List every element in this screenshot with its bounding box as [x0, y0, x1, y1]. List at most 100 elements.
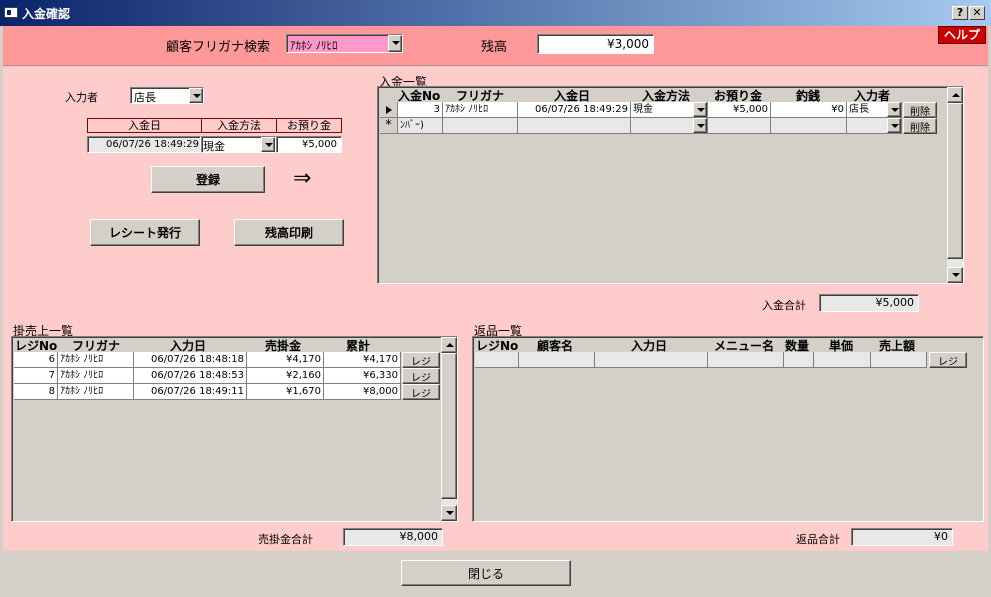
balance-value: ¥3,000 — [537, 34, 654, 54]
returns-cell-no[interactable] — [475, 352, 519, 368]
payments-total-label: 入金合計 — [762, 299, 806, 312]
credit-cell-no[interactable]: 8 — [14, 384, 58, 400]
entry-method-value: 現金 — [203, 140, 225, 153]
balance-print-button[interactable]: 残高印刷 — [234, 219, 344, 246]
row-selector[interactable] — [380, 102, 398, 118]
furigana-search-combo[interactable]: ｱｶﾎｼ ﾉﾘﾋﾛ — [286, 34, 403, 53]
entry-method-combo[interactable]: 現金 — [201, 136, 276, 153]
payments-new-cell-operator[interactable] — [847, 118, 902, 134]
payments-scrollbar[interactable] — [947, 87, 963, 283]
returns-register-button[interactable]: レジ — [929, 352, 967, 368]
balance-label: 残高 — [481, 40, 508, 55]
credit-cell-date[interactable]: 06/07/26 18:48:53 — [134, 368, 247, 384]
returns-cell-date[interactable] — [595, 352, 708, 368]
credit-cell-kana[interactable]: ｱｶﾎｼ ﾉﾘﾋﾛ — [58, 384, 134, 400]
delete-button[interactable]: 削除 — [903, 102, 937, 118]
returns-grid: レジNo 顧客名 入力日 メニュー名 数量 単価 売上額 レジ — [472, 336, 984, 522]
operator-combo[interactable]: 店長 — [130, 87, 204, 104]
chevron-down-icon[interactable] — [887, 102, 901, 117]
payments-cell-operator[interactable]: 店長 — [847, 102, 902, 118]
scroll-up-icon[interactable] — [441, 337, 457, 353]
register-button[interactable]: 登録 — [151, 166, 265, 193]
entry-date-field[interactable]: 06/07/26 18:49:29 — [87, 136, 201, 153]
close-button[interactable]: 閉じる — [401, 560, 571, 586]
payments-cell-date[interactable]: 06/07/26 18:49:29 — [518, 102, 631, 118]
chevron-down-icon[interactable] — [693, 102, 707, 117]
title-bar: 入金確認 ? ✕ — [0, 0, 991, 26]
header-bar: 顧客フリガナ検索 ｱｶﾎｼ ﾉﾘﾋﾛ 残高 ¥3,000 ヘルプ — [3, 26, 988, 66]
credit-cell-amount[interactable]: ¥2,160 — [247, 368, 324, 384]
credit-cell-no[interactable]: 7 — [14, 368, 58, 384]
credit-cell-date[interactable]: 06/07/26 18:48:18 — [134, 352, 247, 368]
credit-total-value: ¥8,000 — [343, 528, 443, 546]
current-row-icon — [386, 106, 392, 114]
scroll-up-icon[interactable] — [947, 87, 963, 103]
returns-new-row[interactable] — [475, 352, 927, 368]
chevron-down-icon[interactable] — [388, 35, 402, 52]
credit-sales-row[interactable]: 7 ｱｶﾎｼ ﾉﾘﾋﾛ 06/07/26 18:48:53 ¥2,160 ¥6,330 — [14, 368, 401, 384]
credit-sales-row[interactable]: 6 ｱｶﾎｼ ﾉﾘﾋﾛ 06/07/26 18:48:18 ¥4,170 ¥4,170 — [14, 352, 401, 368]
credit-register-button[interactable]: レジ — [402, 352, 440, 368]
new-row-asterisk-icon: * — [380, 118, 398, 134]
credit-sales-grid: レジNo フリガナ 入力日 売掛金 累計 6 ｱｶﾎｼ ﾉﾘﾋﾛ 06/07/26 … — [11, 336, 458, 522]
credit-scrollbar[interactable] — [441, 337, 457, 521]
returns-cell-qty[interactable] — [784, 352, 814, 368]
chevron-down-icon[interactable] — [887, 118, 901, 133]
search-value: ｱｶﾎｼ ﾉﾘﾋﾛ — [290, 39, 338, 52]
entry-header-row: 入金日 入金方法 お預り金 — [87, 118, 342, 133]
payments-new-cell-method[interactable] — [631, 118, 708, 134]
chevron-down-icon[interactable] — [189, 88, 203, 103]
returns-total-value: ¥0 — [851, 528, 953, 546]
returns-cell-sales[interactable] — [871, 352, 927, 368]
payments-cell-deposit[interactable]: ¥5,000 — [708, 102, 771, 118]
credit-cell-kana[interactable]: ｱｶﾎｼ ﾉﾘﾋﾛ — [58, 368, 134, 384]
scroll-thumb[interactable] — [947, 103, 963, 259]
help-button[interactable]: ヘルプ — [938, 26, 986, 44]
returns-cell-price[interactable] — [814, 352, 871, 368]
entry-amount-field[interactable]: ¥5,000 — [276, 136, 342, 153]
close-window-button[interactable]: ✕ — [969, 6, 985, 20]
col-date-header: 入金日 — [87, 118, 201, 133]
payments-new-cell-no[interactable]: ﾝﾊﾞｰ) — [398, 118, 443, 134]
payments-cell-change[interactable]: ¥0 — [771, 102, 847, 118]
returns-cell-customer[interactable] — [519, 352, 595, 368]
payments-new-row[interactable]: * ﾝﾊﾞｰ) — [380, 118, 902, 134]
returns-cell-menu[interactable] — [708, 352, 784, 368]
returns-total-label: 返品合計 — [796, 533, 840, 546]
credit-register-button[interactable]: レジ — [402, 368, 440, 384]
payments-cell-no[interactable]: 3 — [398, 102, 443, 118]
payments-method-value: 現金 — [633, 104, 653, 115]
col-method-header: 入金方法 — [201, 118, 276, 133]
payments-grid: 入金No フリガナ 入金日 入金方法 お預り金 釣銭 入力者 3 ｱｶﾎｼ ﾉﾘ… — [377, 86, 964, 284]
credit-cell-amount[interactable]: ¥1,670 — [247, 384, 324, 400]
credit-cell-kana[interactable]: ｱｶﾎｼ ﾉﾘﾋﾛ — [58, 352, 134, 368]
credit-cell-no[interactable]: 6 — [14, 352, 58, 368]
payments-new-cell-change[interactable] — [771, 118, 847, 134]
payments-cell-method[interactable]: 現金 — [631, 102, 708, 118]
window-title: 入金確認 — [22, 7, 71, 21]
credit-register-button[interactable]: レジ — [402, 384, 440, 400]
credit-cell-total[interactable]: ¥8,000 — [324, 384, 401, 400]
help-question-button[interactable]: ? — [952, 6, 968, 20]
scroll-thumb[interactable] — [441, 353, 457, 499]
payments-row[interactable]: 3 ｱｶﾎｼ ﾉﾘﾋﾛ 06/07/26 18:49:29 現金 ¥5,000 … — [380, 102, 902, 118]
payments-new-cell-date[interactable] — [518, 118, 631, 134]
scroll-down-icon[interactable] — [441, 505, 457, 521]
chevron-down-icon[interactable] — [693, 118, 707, 133]
receipt-issue-button[interactable]: レシート発行 — [90, 219, 200, 246]
search-label: 顧客フリガナ検索 — [166, 40, 271, 55]
arrow-right-icon: ⇒ — [293, 166, 312, 191]
scroll-down-icon[interactable] — [947, 267, 963, 283]
credit-cell-amount[interactable]: ¥4,170 — [247, 352, 324, 368]
col-amount-header: お預り金 — [276, 118, 342, 133]
payments-new-cell-kana[interactable] — [443, 118, 518, 134]
credit-cell-total[interactable]: ¥6,330 — [324, 368, 401, 384]
payments-new-cell-deposit[interactable] — [708, 118, 771, 134]
payments-cell-kana[interactable]: ｱｶﾎｼ ﾉﾘﾋﾛ — [443, 102, 518, 118]
credit-cell-total[interactable]: ¥4,170 — [324, 352, 401, 368]
operator-label: 入力者 — [65, 91, 98, 104]
delete-button[interactable]: 削除 — [903, 118, 937, 134]
credit-cell-date[interactable]: 06/07/26 18:49:11 — [134, 384, 247, 400]
chevron-down-icon[interactable] — [261, 137, 275, 152]
credit-sales-row[interactable]: 8 ｱｶﾎｼ ﾉﾘﾋﾛ 06/07/26 18:49:11 ¥1,670 ¥8,000 — [14, 384, 401, 400]
